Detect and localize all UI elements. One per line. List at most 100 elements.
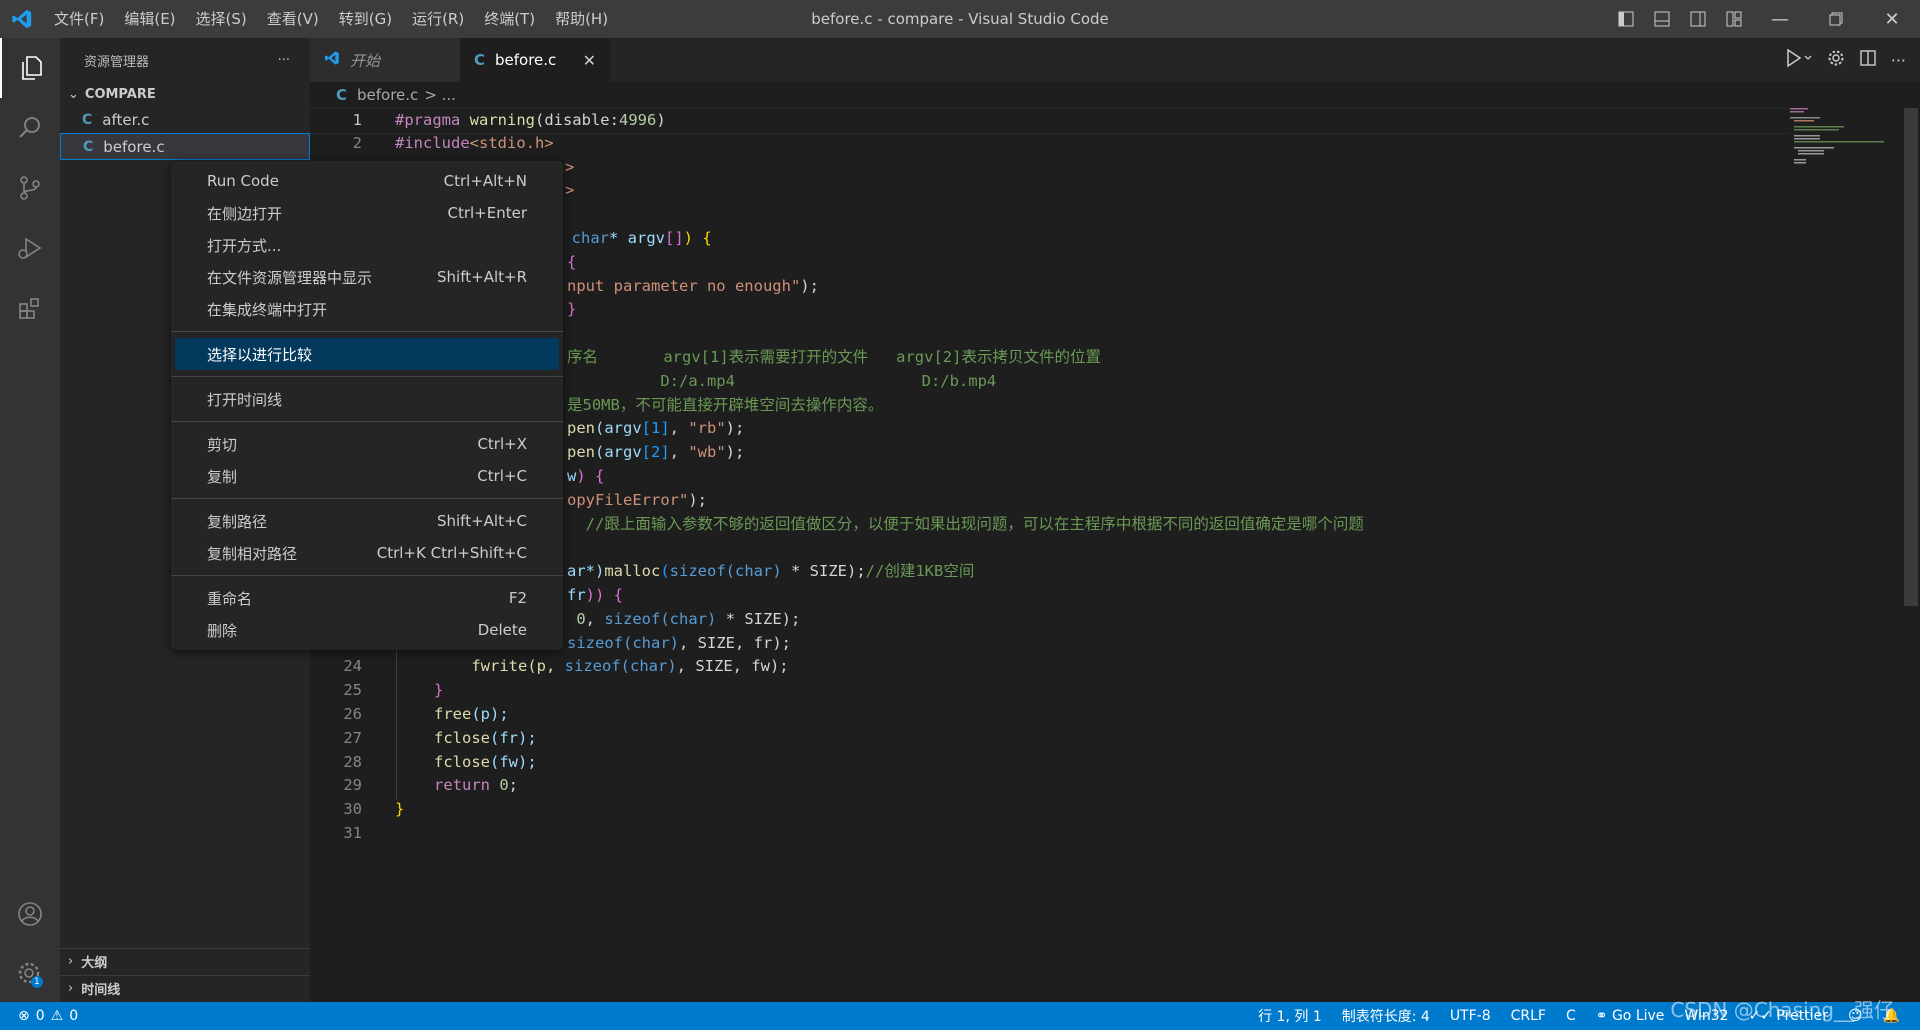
go-live-button[interactable]: ⚭ Go Live [1596, 1008, 1665, 1024]
customize-layout-icon[interactable] [1716, 0, 1752, 38]
run-code-icon[interactable] [1785, 48, 1813, 72]
code-line: 1 #pragma warning(disable:4996) [310, 108, 1790, 134]
breadcrumb-rest[interactable]: > ... [424, 86, 456, 104]
menu-separator [171, 575, 563, 576]
run-debug-icon[interactable] [0, 218, 60, 278]
cursor-position[interactable]: 行 1, 列 1 [1258, 1006, 1322, 1026]
status-bar: ⊗ 0 ⚠ 0 行 1, 列 1 制表符长度: 4 UTF-8 CRLF C ⚭… [0, 1002, 1920, 1030]
accounts-icon[interactable] [0, 884, 60, 944]
menu-item-rename[interactable]: 重命名 F2 [175, 582, 559, 614]
code-line: 28 fclose(fw); [310, 751, 1790, 775]
editor-tabs: 开始 C before.c ✕ [310, 38, 1920, 82]
menu-item-open-with[interactable]: 打开方式... [175, 229, 559, 261]
manage-gear-icon[interactable]: 1 [0, 944, 60, 1004]
menu-item-copy[interactable]: 复制 Ctrl+C [175, 460, 559, 492]
code-line: 2 #include<stdio.h> [310, 132, 1790, 156]
tab-before-c[interactable]: C before.c ✕ [460, 38, 610, 82]
line-number: 28 [343, 752, 362, 771]
timeline-section[interactable]: › 时间线 [60, 975, 310, 1001]
outline-section[interactable]: › 大纲 [60, 948, 310, 974]
menu-edit[interactable]: 编辑(E) [114, 0, 185, 38]
minimize-icon[interactable]: — [1752, 0, 1808, 38]
c-file-icon: C [474, 51, 486, 69]
toggle-panel-icon[interactable] [1644, 0, 1680, 38]
toggle-secondary-sidebar-icon[interactable] [1680, 0, 1716, 38]
end-of-line[interactable]: CRLF [1511, 1008, 1546, 1024]
breadcrumb-file[interactable]: before.c [357, 86, 418, 104]
menu-item-open-timeline[interactable]: 打开时间线 [175, 383, 559, 415]
menu-item-run-code[interactable]: Run Code Ctrl+Alt+N [175, 165, 559, 197]
encoding[interactable]: UTF-8 [1450, 1008, 1491, 1024]
explorer-context-menu: Run Code Ctrl+Alt+N 在侧边打开 Ctrl+Enter 打开方式.… [171, 161, 563, 650]
tab-size[interactable]: 制表符长度: 4 [1342, 1006, 1430, 1026]
broadcast-icon: ⚭ [1595, 1008, 1608, 1024]
chevron-down-icon: ⌄ [68, 86, 79, 102]
line-number: 29 [343, 776, 362, 795]
close-window-icon[interactable]: ✕ [1864, 0, 1920, 38]
code-line: 25} [310, 679, 1790, 703]
editor-actions: ··· [1785, 38, 1906, 82]
restore-icon[interactable] [1808, 0, 1864, 38]
explorer-icon[interactable] [0, 38, 62, 98]
search-icon[interactable] [0, 98, 60, 158]
language-mode[interactable]: C [1566, 1008, 1576, 1024]
explorer-title: 资源管理器 [84, 54, 150, 70]
menu-run[interactable]: 运行(R) [402, 0, 474, 38]
error-count: 0 [35, 1008, 45, 1024]
timeline-label: 时间线 [81, 983, 121, 998]
menu-help[interactable]: 帮助(H) [545, 0, 618, 38]
explorer-header: 资源管理器 ··· [60, 38, 310, 82]
code-line: 29 return 0; [310, 774, 1790, 798]
window-controls: — ✕ [1608, 0, 1920, 38]
menu-bar: 文件(F) 编辑(E) 选择(S) 查看(V) 转到(G) 运行(R) 终端(T… [44, 0, 618, 38]
vscode-logo-icon [0, 0, 44, 38]
menu-file[interactable]: 文件(F) [44, 0, 114, 38]
split-editor-icon[interactable] [1859, 49, 1877, 71]
more-actions-icon[interactable]: ··· [1891, 51, 1906, 70]
tab-label: 开始 [350, 51, 381, 70]
menu-item-delete[interactable]: 删除 Delete [175, 614, 559, 646]
menu-item-cut[interactable]: 剪切 Ctrl+X [175, 428, 559, 460]
line-number: 25 [343, 681, 362, 700]
problems-indicator[interactable]: ⊗ 0 ⚠ 0 [0, 1008, 78, 1024]
menu-selection[interactable]: 选择(S) [186, 0, 257, 38]
warning-icon: ⚠ [50, 1008, 64, 1024]
menu-go[interactable]: 转到(G) [329, 0, 402, 38]
line-number: 2 [352, 133, 362, 152]
code-line: 30} [310, 798, 1790, 822]
settings-gear-icon[interactable] [1827, 49, 1845, 71]
menu-separator [171, 376, 563, 377]
vertical-scrollbar[interactable] [1904, 108, 1918, 606]
file-item-before[interactable]: C before.c [60, 133, 310, 160]
more-actions-icon[interactable]: ··· [278, 53, 290, 68]
minimap[interactable] [1790, 108, 1900, 1002]
workspace-section[interactable]: ⌄ COMPARE [60, 82, 310, 106]
toggle-sidebar-icon[interactable] [1608, 0, 1644, 38]
menu-item-copy-path[interactable]: 复制路径 Shift+Alt+C [175, 505, 559, 537]
title-bar: 文件(F) 编辑(E) 选择(S) 查看(V) 转到(G) 运行(R) 终端(T… [0, 0, 1920, 38]
line-number: 31 [343, 824, 362, 842]
line-number: 24 [343, 657, 362, 676]
menu-item-open-in-terminal[interactable]: 在集成终端中打开 [175, 293, 559, 325]
file-item-after[interactable]: C after.c [60, 106, 310, 133]
c-file-icon: C [83, 138, 94, 155]
code-line: 26 free(p); [310, 703, 1790, 727]
menu-item-copy-relative-path[interactable]: 复制相对路径 Ctrl+K Ctrl+Shift+C [175, 537, 559, 569]
activity-bar: 1 [0, 38, 60, 1002]
line-number: 26 [343, 705, 362, 723]
close-tab-icon[interactable]: ✕ [583, 51, 596, 70]
extensions-icon[interactable] [0, 278, 60, 338]
workspace-name: COMPARE [84, 86, 156, 102]
chevron-right-icon: › [68, 954, 74, 969]
menu-separator [171, 421, 563, 422]
menu-item-open-to-side[interactable]: 在侧边打开 Ctrl+Enter [175, 197, 559, 229]
menu-item-reveal-in-explorer[interactable]: 在文件资源管理器中显示 Shift+Alt+R [175, 261, 559, 293]
menu-view[interactable]: 查看(V) [257, 0, 329, 38]
menu-terminal[interactable]: 终端(T) [474, 0, 545, 38]
menu-separator [171, 331, 563, 332]
error-icon: ⊗ [18, 1008, 30, 1024]
menu-item-select-for-compare[interactable]: 选择以进行比较 [175, 338, 559, 370]
file-name: before.c [103, 137, 165, 156]
source-control-icon[interactable] [0, 158, 60, 218]
tab-welcome[interactable]: 开始 [310, 38, 460, 82]
